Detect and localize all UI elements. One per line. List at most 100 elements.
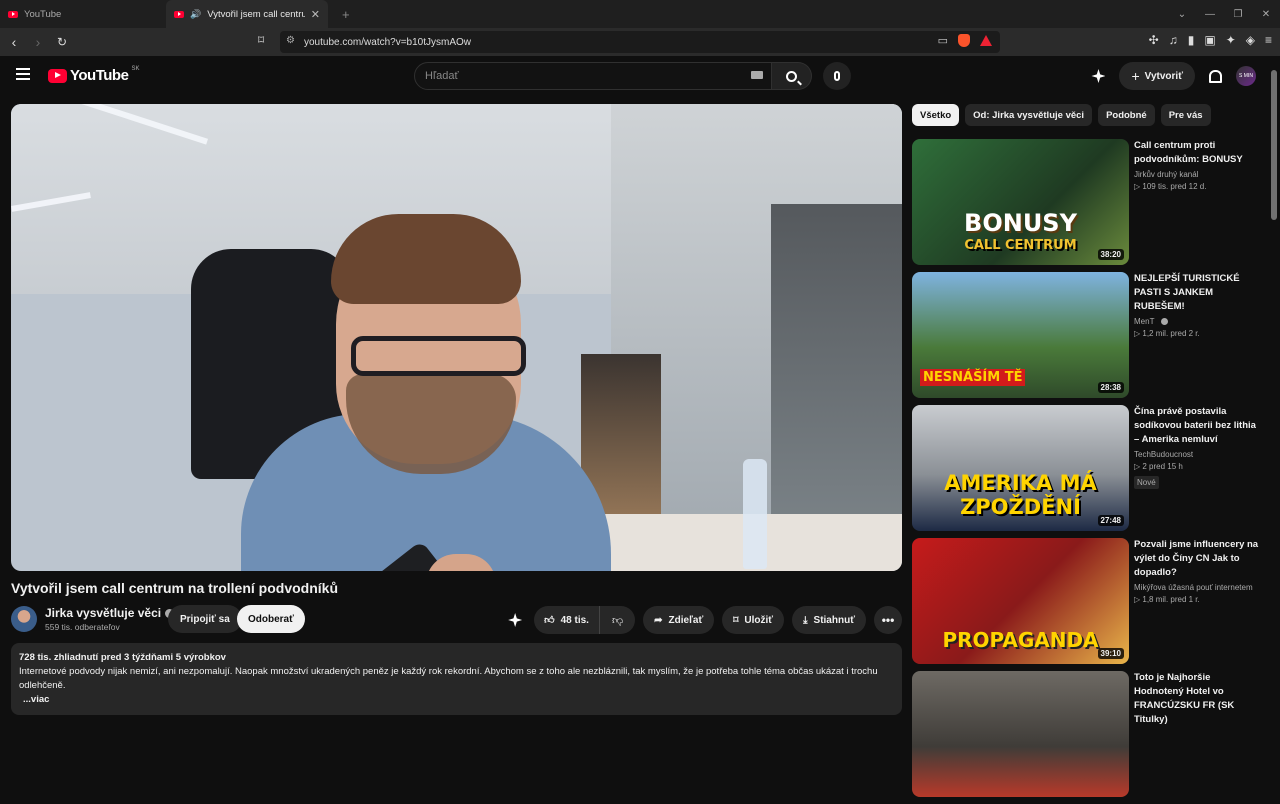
thumbnail-caption: BONUSY: [964, 209, 1077, 237]
leo-ai-icon[interactable]: ✦: [1226, 33, 1236, 47]
close-tab-icon[interactable]: ✕: [311, 8, 320, 21]
recommendation-channel[interactable]: TechBudoucnost: [1134, 450, 1262, 459]
verified-icon: [1160, 318, 1168, 325]
thumbnail-caption: PROPAGANDA: [942, 628, 1099, 652]
new-tab-icon[interactable]: +: [342, 7, 350, 22]
recommendation-channel[interactable]: MenT: [1134, 317, 1154, 326]
voice-search-button[interactable]: [823, 62, 851, 90]
recommendation-channel[interactable]: Jirkův druhý kanál: [1134, 170, 1262, 179]
description-box[interactable]: 728 tis. zhliadnutí pred 3 týždňami 5 vý…: [11, 643, 902, 715]
recommendation-item[interactable]: AMERIKA MÁ ZPOŽDĚNÍ 27:48 Čína právě pos…: [912, 405, 1264, 538]
notifications-bell-icon[interactable]: [1209, 69, 1222, 83]
subscribe-button[interactable]: Odoberať: [237, 605, 305, 633]
video-player[interactable]: [11, 104, 902, 571]
guide-menu-icon[interactable]: [16, 68, 30, 83]
recommendation-title[interactable]: Call centrum proti podvodníkům: BONUSY: [1134, 139, 1262, 167]
recommendation-item[interactable]: NESNÁŠÍM TĚ 28:38 NEJLEPŠÍ TURISTICKÉ PA…: [912, 272, 1264, 405]
new-badge: Nové: [1134, 476, 1159, 489]
sidebar-icon[interactable]: ▮: [1188, 33, 1195, 47]
channel-avatar[interactable]: [11, 606, 37, 632]
create-button[interactable]: + Vytvoriť: [1119, 62, 1195, 90]
reload-icon[interactable]: ↻: [52, 35, 72, 49]
browser-tab-youtube[interactable]: YouTube: [0, 0, 162, 28]
more-actions-button[interactable]: •••: [874, 606, 902, 634]
show-more-link[interactable]: ...viac: [19, 693, 894, 707]
person-glasses: [351, 336, 526, 376]
search-placeholder: Hľadať: [425, 70, 459, 82]
channel-name-wrap[interactable]: Jirka vysvětluje věci: [45, 606, 175, 620]
thumbnail-caption: NESNÁŠÍM TĚ: [920, 369, 1026, 386]
browser-tab-active[interactable]: 🔊 Vytvořil jsem call centrum na ✕: [166, 0, 328, 28]
view-stats: 728 tis. zhliadnutí pred 3 týždňami 5 vý…: [19, 652, 226, 663]
channel-name[interactable]: Jirka vysvětluje věci: [45, 606, 161, 620]
back-icon[interactable]: ‹: [4, 34, 24, 50]
video-thumbnail[interactable]: NESNÁŠÍM TĚ 28:38: [912, 272, 1129, 398]
cast-icon[interactable]: ▭: [938, 34, 948, 47]
recommendation-stats: ▷ 1,2 mil. pred 2 r.: [1134, 329, 1200, 338]
recommendation-item[interactable]: BONUSY CALL CENTRUM 38:20 Call centrum p…: [912, 139, 1264, 272]
wallet-icon[interactable]: ▣: [1204, 33, 1215, 47]
recommendation-item[interactable]: Toto je Najhoršie Hodnotený Hotel vo FRA…: [912, 671, 1264, 804]
ai-sparkle-icon[interactable]: [1091, 69, 1106, 83]
microphone-icon: [834, 71, 840, 81]
restore-icon[interactable]: ❐: [1224, 9, 1252, 20]
chip-from-channel[interactable]: Od: Jirka vysvětluje věci: [965, 104, 1093, 126]
forward-icon[interactable]: ›: [28, 34, 48, 50]
thumbs-up-icon: 👍︎: [544, 615, 555, 626]
minimize-icon[interactable]: —: [1196, 9, 1224, 20]
youtube-favicon-icon: [8, 10, 18, 18]
chip-related[interactable]: Podobné: [1098, 104, 1155, 126]
page-scrollbar[interactable]: [1271, 70, 1277, 220]
create-label: Vytvoriť: [1144, 70, 1183, 82]
video-thumbnail[interactable]: [912, 671, 1129, 797]
video-thumbnail[interactable]: BONUSY CALL CENTRUM 38:20: [912, 139, 1129, 265]
video-thumbnail[interactable]: AMERIKA MÁ ZPOŽDĚNÍ 27:48: [912, 405, 1129, 531]
bookmark-icon[interactable]: ⌑: [258, 33, 264, 47]
search-input[interactable]: Hľadať: [414, 62, 772, 90]
search-button[interactable]: [772, 62, 812, 90]
person-hair: [331, 214, 521, 304]
chip-all[interactable]: Všetko: [912, 104, 960, 126]
account-avatar[interactable]: S MIN: [1236, 66, 1256, 86]
plus-icon: +: [1131, 68, 1140, 84]
download-button[interactable]: ⤓ Stiahnuť: [792, 606, 866, 634]
brave-rewards-icon[interactable]: [980, 35, 992, 46]
recommendation-channel[interactable]: Mikýřova úžasná pouť internetem: [1134, 583, 1262, 592]
chip-for-you[interactable]: Pre vás: [1160, 104, 1211, 126]
recommendation-channel-wrap[interactable]: MenT: [1134, 317, 1262, 326]
search-icon: [786, 70, 797, 82]
recommendation-item[interactable]: PROPAGANDA 39:10 Pozvali jsme influencer…: [912, 538, 1264, 671]
youtube-favicon-icon: [174, 10, 184, 18]
tab-list-chevron-icon[interactable]: ⌄: [1168, 9, 1196, 20]
ask-ai-icon[interactable]: [508, 613, 523, 627]
download-label: Stiahnuť: [813, 614, 855, 626]
brave-shields-icon[interactable]: [958, 34, 970, 47]
browser-toolbar: ‹ › ↻ ⌑ ⚙ youtube.com/watch?v=b10tJysmAO…: [0, 28, 1280, 56]
address-bar[interactable]: ⚙ youtube.com/watch?v=b10tJysmAOw ▭: [280, 31, 1000, 53]
video-thumbnail[interactable]: PROPAGANDA 39:10: [912, 538, 1129, 664]
recommendation-stats: ▷ 109 tis. pred 12 d.: [1134, 182, 1207, 191]
youtube-play-icon: [48, 68, 67, 83]
youtube-logo[interactable]: YouTube SK: [48, 66, 139, 84]
recommendation-title[interactable]: Čína právě postavila sodíkovou baterii b…: [1134, 405, 1262, 447]
share-button[interactable]: ➦ Zdieľať: [643, 606, 715, 634]
menu-icon[interactable]: ≡: [1265, 33, 1272, 47]
extensions-icon[interactable]: ✣: [1149, 33, 1159, 47]
recommendation-title[interactable]: Pozvali jsme influencery na výlet do Čín…: [1134, 538, 1262, 580]
vpn-icon[interactable]: ◈: [1246, 33, 1255, 47]
save-button[interactable]: ⌑ Uložiť: [722, 606, 785, 634]
close-window-icon[interactable]: ✕: [1252, 9, 1280, 20]
media-icon[interactable]: ♫: [1169, 33, 1178, 47]
dislike-button[interactable]: 👎︎: [600, 606, 635, 634]
logo-text: YouTube: [70, 67, 129, 84]
like-button[interactable]: 👍︎ 48 tis.: [534, 606, 600, 634]
keyboard-icon[interactable]: [751, 71, 763, 79]
site-settings-icon[interactable]: ⚙: [286, 35, 295, 46]
join-button[interactable]: Pripojiť sa: [168, 605, 242, 633]
save-label: Uložiť: [744, 614, 774, 626]
recommendation-title[interactable]: NEJLEPŠÍ TURISTICKÉ PASTI S JANKEM RUBEŠ…: [1134, 272, 1262, 314]
video-frame-bottle: [743, 459, 767, 569]
bookmark-icon: ⌑: [733, 614, 739, 626]
recommendation-title[interactable]: Toto je Najhoršie Hodnotený Hotel vo FRA…: [1134, 671, 1262, 727]
browser-tab-bar: YouTube 🔊 Vytvořil jsem call centrum na …: [0, 0, 1280, 28]
